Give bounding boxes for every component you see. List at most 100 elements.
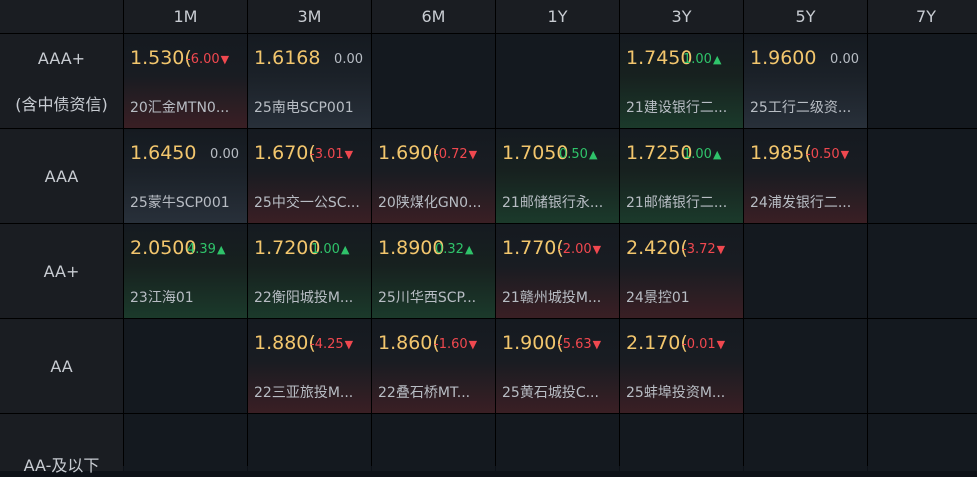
bond-rate: 2.420( xyxy=(626,237,688,259)
bond-change-value: -3.01 xyxy=(310,147,344,162)
bond-change: -0.50▼ xyxy=(806,147,849,162)
bond-quote-cell[interactable]: 1.7450 1.00▲ 21建设银行二... xyxy=(620,34,743,128)
bond-change: 0.00 xyxy=(210,147,239,162)
bond-rate: 1.530( xyxy=(130,47,192,69)
triangle-down-icon: ▼ xyxy=(468,338,478,351)
bond-change: 0.50▲ xyxy=(559,147,597,162)
bond-rate: 1.770( xyxy=(502,237,564,259)
bond-quote-cell[interactable]: 2.420(-3.72▼ 24景控01 xyxy=(620,224,743,318)
bond-quote-cell[interactable]: 1.7250 1.00▲ 21邮储银行二... xyxy=(620,129,743,223)
bond-quote-cell[interactable]: 2.170(-0.01▼ 25蚌埠投资M... xyxy=(620,319,743,413)
bond-rate: 1.985( xyxy=(750,142,812,164)
bond-name: 25中交一公SC... xyxy=(254,195,360,211)
tenor-header-3y[interactable]: 3Y xyxy=(620,0,743,33)
tenor-header-3m[interactable]: 3M xyxy=(248,0,371,33)
corner-cell xyxy=(0,0,123,33)
bond-change: -1.60▼ xyxy=(434,337,477,352)
bond-name: 24景控01 xyxy=(626,290,690,306)
bond-name: 21邮储银行永... xyxy=(502,195,604,211)
bond-change: 0.00 xyxy=(830,52,859,67)
bond-name: 25工行二级资... xyxy=(750,100,852,116)
tenor-header-1y[interactable]: 1Y xyxy=(496,0,619,33)
bond-quote-cell[interactable]: 1.860(-1.60▼ 22叠石桥MT... xyxy=(372,319,495,413)
bond-quote-cell[interactable]: 1.690(-0.72▼ 20陕煤化GN0... xyxy=(372,129,495,223)
bond-name: 25蒙牛SCP001 xyxy=(130,195,230,211)
tenor-header-7y[interactable]: 7Y xyxy=(868,0,977,33)
bond-name: 23江海01 xyxy=(130,290,194,306)
bond-quote-cell[interactable]: 1.985(-0.50▼ 24浦发银行二... xyxy=(744,129,867,223)
bond-change: -0.01▼ xyxy=(682,337,725,352)
tenor-header-5y[interactable]: 5Y xyxy=(744,0,867,33)
bond-change-value: -1.60 xyxy=(434,337,468,352)
bond-quote-cell[interactable]: 1.8900 0.32▲ 25川华西SCP... xyxy=(372,224,495,318)
matrix-cell-empty xyxy=(744,414,867,471)
bond-rate: 1.690( xyxy=(378,142,440,164)
bond-quote-cell[interactable]: 1.670(-3.01▼ 25中交一公SC... xyxy=(248,129,371,223)
bond-change-value: 0.32 xyxy=(435,242,464,257)
bond-quote-cell[interactable]: 1.900(-5.63▼ 25黄石城投C... xyxy=(496,319,619,413)
bond-quote-cell[interactable]: 1.6450 0.00 25蒙牛SCP001 xyxy=(124,129,247,223)
triangle-down-icon: ▼ xyxy=(716,243,726,256)
bond-change-value: 0.50 xyxy=(559,147,588,162)
triangle-down-icon: ▼ xyxy=(592,338,602,351)
matrix-cell-empty xyxy=(620,414,743,471)
triangle-down-icon: ▼ xyxy=(344,338,354,351)
bond-quote-cell[interactable]: 1.7200 1.00▲ 22衡阳城投M... xyxy=(248,224,371,318)
bond-quote-cell[interactable]: 1.880(-4.25▼ 22三亚旅投M... xyxy=(248,319,371,413)
rating-label-line1: AA xyxy=(50,356,73,376)
bond-name: 21建设银行二... xyxy=(626,100,728,116)
bond-change: 0.00 xyxy=(334,52,363,67)
bond-change: -4.25▼ xyxy=(310,337,353,352)
matrix-cell-empty xyxy=(744,319,867,413)
rating-label-line2: (含中债资信) xyxy=(15,94,108,114)
bond-change-value: -3.72 xyxy=(682,242,716,257)
tenor-header-6m[interactable]: 6M xyxy=(372,0,495,33)
rating-label-line1: AAA+ xyxy=(37,48,86,68)
triangle-up-icon: ▲ xyxy=(712,148,722,161)
bond-change: -6.00▼ xyxy=(186,52,229,67)
bond-change-value: -4.25 xyxy=(310,337,344,352)
matrix-cell-empty xyxy=(868,34,977,128)
bond-name: 22三亚旅投M... xyxy=(254,385,354,401)
bond-quote-cell[interactable]: 1.770(-2.00▼ 21赣州城投M... xyxy=(496,224,619,318)
triangle-down-icon: ▼ xyxy=(716,338,726,351)
rating-label-3[interactable]: AA xyxy=(0,319,123,413)
triangle-down-icon: ▼ xyxy=(344,148,354,161)
tenor-header-1m[interactable]: 1M xyxy=(124,0,247,33)
bond-change-value: -5.63 xyxy=(558,337,592,352)
bond-quote-cell[interactable]: 2.0500 4.39▲ 23江海01 xyxy=(124,224,247,318)
bond-change: -5.63▼ xyxy=(558,337,601,352)
bond-quote-cell[interactable]: 1.7050 0.50▲ 21邮储银行永... xyxy=(496,129,619,223)
bond-name: 24浦发银行二... xyxy=(750,195,852,211)
rating-label-2[interactable]: AA+ xyxy=(0,224,123,318)
bond-change-value: -0.01 xyxy=(682,337,716,352)
bond-quote-cell[interactable]: 1.9600 0.00 25工行二级资... xyxy=(744,34,867,128)
bond-change-value: 0.00 xyxy=(210,147,239,162)
bond-rate: 1.9600 xyxy=(750,47,817,69)
matrix-cell-empty xyxy=(496,34,619,128)
bond-change: -0.72▼ xyxy=(434,147,477,162)
rating-label-0[interactable]: AAA+ (含中债资信) xyxy=(0,34,123,128)
triangle-down-icon: ▼ xyxy=(592,243,602,256)
matrix-cell-empty xyxy=(868,414,977,471)
bond-change: 1.00▲ xyxy=(683,52,721,67)
bond-change-value: -6.00 xyxy=(186,52,220,67)
matrix-cell-empty xyxy=(868,224,977,318)
matrix-cell-empty xyxy=(496,414,619,471)
matrix-cell-empty xyxy=(124,414,247,471)
matrix-cell-empty xyxy=(868,129,977,223)
bond-change-value: -0.50 xyxy=(806,147,840,162)
bond-quote-cell[interactable]: 1.530(-6.00▼ 20汇金MTN0... xyxy=(124,34,247,128)
bond-change: 1.00▲ xyxy=(683,147,721,162)
matrix-cell-empty xyxy=(868,319,977,413)
rating-label-4[interactable]: AA-及以下 xyxy=(0,414,123,475)
triangle-down-icon: ▼ xyxy=(840,148,850,161)
bond-name: 21赣州城投M... xyxy=(502,290,602,306)
bond-change: -2.00▼ xyxy=(558,242,601,257)
bond-quote-cell[interactable]: 1.6168 0.00 25南电SCP001 xyxy=(248,34,371,128)
bond-change: 1.00▲ xyxy=(311,242,349,257)
rating-label-1[interactable]: AAA xyxy=(0,129,123,223)
matrix-cell-empty xyxy=(124,319,247,413)
matrix-cell-empty xyxy=(372,414,495,471)
matrix-cell-empty xyxy=(372,34,495,128)
